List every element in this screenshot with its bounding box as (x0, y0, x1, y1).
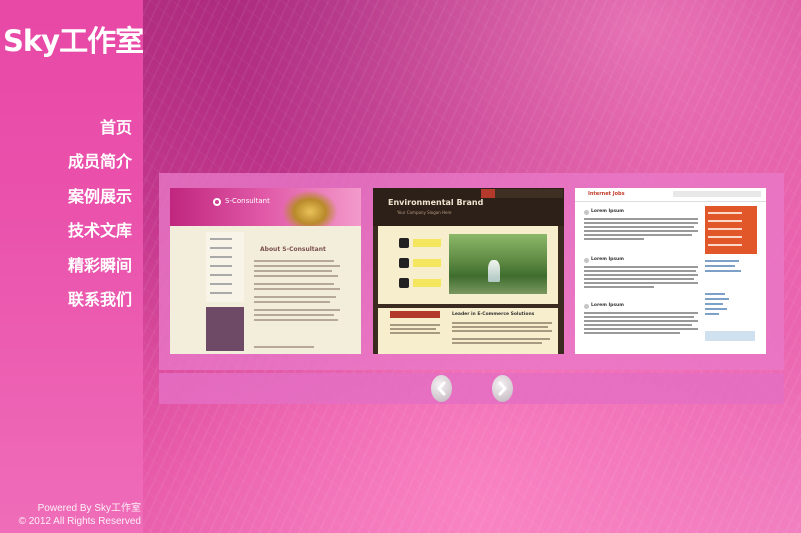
main-nav: 首页 成员简介 案例展示 技术文库 精彩瞬间 联系我们 (12, 116, 132, 322)
slide-thumbnail-environmental[interactable]: Environmental Brand Your Company Slogan … (373, 188, 564, 354)
slider-prev-button[interactable] (431, 375, 452, 402)
chevron-left-icon (437, 381, 446, 396)
case-slider: S-Consultant About S-Consultant Environm… (159, 173, 784, 404)
slide-sidebar-menu (206, 232, 244, 302)
slide-testimonials-button (390, 311, 440, 318)
fountain-image (488, 260, 500, 282)
slide-post-title: Lorem Ipsum (591, 209, 624, 214)
nav-item-cases[interactable]: 案例展示 (12, 185, 132, 219)
nav-item-contact[interactable]: 联系我们 (12, 288, 132, 322)
site-logo[interactable]: Sky工作室 (3, 18, 144, 60)
slide-menu (673, 191, 761, 197)
slider-control-bar (159, 373, 784, 404)
slide-tagline: Your Company Slogan Here (397, 210, 452, 215)
slide-thumbnail-consultant[interactable]: S-Consultant About S-Consultant (170, 188, 361, 354)
slide-thumbnail-internet-jobs[interactable]: Internet Jobs Lorem Ipsum Lorem Ipsum Lo… (575, 188, 766, 354)
slide-site-title: Environmental Brand (388, 198, 484, 207)
slide-site-title: Internet Jobs (588, 191, 625, 197)
slide-login-box (206, 307, 244, 351)
nav-item-home[interactable]: 首页 (12, 116, 132, 150)
house-icon (399, 258, 409, 268)
slide-post-title: Lorem Ipsum (591, 303, 624, 308)
slider-next-button[interactable] (492, 375, 513, 402)
slide-site-title: S-Consultant (225, 197, 270, 205)
flower-image (282, 190, 338, 226)
bulb-icon (399, 238, 409, 248)
footer-powered: Powered By Sky工作室 (37, 503, 141, 514)
footer-copyright: © 2012 All Rights Reserved (18, 516, 141, 527)
slide-heading: About S-Consultant (260, 246, 326, 253)
slide-sidebar-menu (705, 206, 757, 254)
nav-item-library[interactable]: 技术文库 (12, 219, 132, 253)
logo-icon (213, 198, 221, 206)
slide-post-title: Lorem Ipsum (591, 257, 624, 262)
slide-ad-banner (705, 331, 755, 341)
nav-item-moments[interactable]: 精彩瞬间 (12, 254, 132, 288)
nav-item-members[interactable]: 成员简介 (12, 150, 132, 184)
recycle-icon (399, 278, 409, 288)
sidebar: Sky工作室 首页 成员简介 案例展示 技术文库 精彩瞬间 联系我们 Power… (0, 0, 144, 533)
slide-lead-heading: Leader in E-Commerce Solutions (452, 312, 535, 317)
slide-menu (481, 189, 563, 198)
slider-panel: S-Consultant About S-Consultant Environm… (159, 173, 784, 370)
chevron-right-icon (498, 381, 507, 396)
